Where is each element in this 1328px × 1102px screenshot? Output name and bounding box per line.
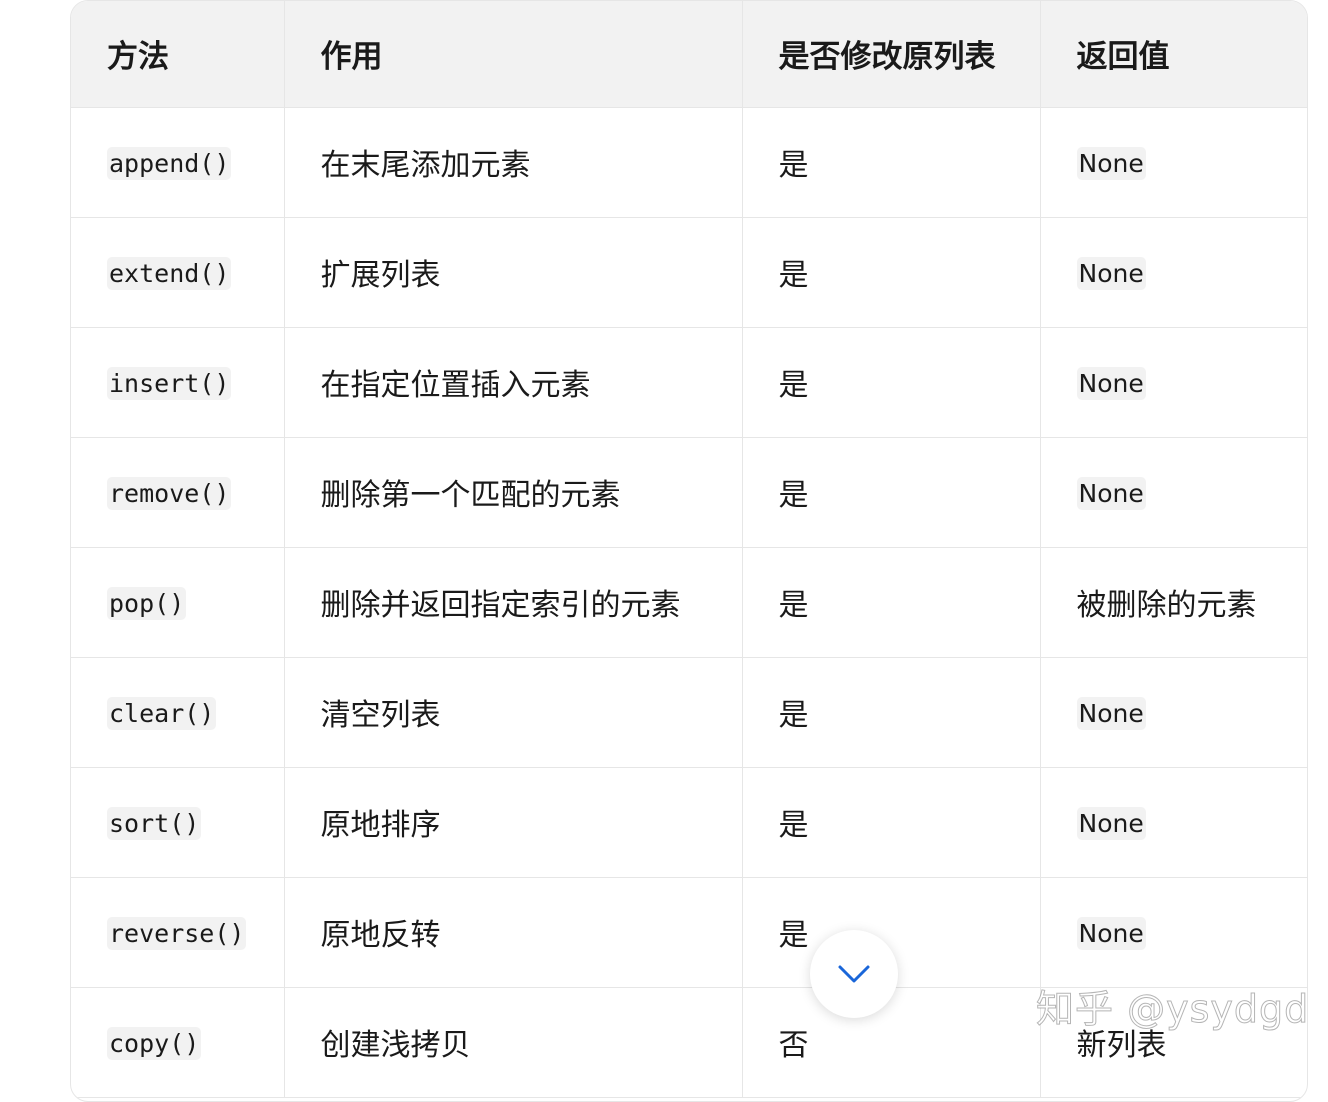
cell-returns: None — [1040, 327, 1307, 438]
cell-purpose: 在指定位置插入元素 — [284, 327, 743, 438]
cell-modifies: 是 — [742, 327, 1041, 438]
return-value-code: None — [1076, 916, 1146, 950]
cell-method: append() — [71, 107, 285, 218]
table-row: insert() 在指定位置插入元素是 None — [71, 327, 1307, 438]
method-code: sort() — [107, 806, 202, 840]
table-row: append() 在末尾添加元素是 None — [71, 107, 1307, 218]
cell-purpose: 删除第一个匹配的元素 — [284, 437, 743, 548]
return-value-code: None — [1076, 146, 1146, 180]
list-methods-table-container: 方法 作用 是否修改原列表 返回值 append() 在末尾添加元素是 None ex… — [70, 0, 1308, 1102]
cell-purpose: 创建浅拷贝 — [284, 987, 743, 1098]
header-modifies: 是否修改原列表 — [742, 1, 1041, 108]
return-value-code: None — [1076, 696, 1146, 730]
table-row: reverse() 原地反转是 None — [71, 877, 1307, 988]
cell-method: extend() — [71, 217, 285, 328]
cell-returns: 被删除的元素 — [1040, 547, 1307, 658]
return-value-code: None — [1076, 256, 1146, 290]
cell-modifies: 否 — [742, 987, 1041, 1098]
method-code: clear() — [107, 696, 217, 730]
cell-method: clear() — [71, 657, 285, 768]
method-code: insert() — [107, 366, 232, 400]
method-code: copy() — [107, 1026, 202, 1060]
list-methods-table: 方法 作用 是否修改原列表 返回值 append() 在末尾添加元素是 None ex… — [71, 1, 1307, 1098]
cell-modifies: 是 — [742, 107, 1041, 218]
cell-returns: None — [1040, 657, 1307, 768]
method-code: extend() — [107, 256, 232, 290]
cell-returns: None — [1040, 217, 1307, 328]
cell-method: remove() — [71, 437, 285, 548]
cell-method: sort() — [71, 767, 285, 878]
cell-returns: None — [1040, 767, 1307, 878]
cell-purpose: 删除并返回指定索引的元素 — [284, 547, 743, 658]
cell-modifies: 是 — [742, 547, 1041, 658]
cell-method: copy() — [71, 987, 285, 1098]
method-code: append() — [107, 146, 232, 180]
header-purpose: 作用 — [284, 1, 743, 108]
return-value-code: None — [1076, 366, 1146, 400]
return-value-code: None — [1076, 806, 1146, 840]
cell-returns: None — [1040, 877, 1307, 988]
table-row: pop() 删除并返回指定索引的元素是被删除的元素 — [71, 547, 1307, 658]
cell-method: reverse() — [71, 877, 285, 988]
cell-purpose: 清空列表 — [284, 657, 743, 768]
cell-purpose: 在末尾添加元素 — [284, 107, 743, 218]
cell-modifies: 是 — [742, 657, 1041, 768]
method-code: reverse() — [107, 916, 247, 950]
cell-purpose: 扩展列表 — [284, 217, 743, 328]
cell-modifies: 是 — [742, 217, 1041, 328]
table-row: clear() 清空列表是 None — [71, 657, 1307, 768]
header-returns: 返回值 — [1040, 1, 1307, 108]
table-row: remove() 删除第一个匹配的元素是 None — [71, 437, 1307, 548]
cell-modifies: 是 — [742, 437, 1041, 548]
cell-method: insert() — [71, 327, 285, 438]
header-method: 方法 — [71, 1, 285, 108]
cell-returns: None — [1040, 107, 1307, 218]
cell-modifies: 是 — [742, 767, 1041, 878]
cell-returns: None — [1040, 437, 1307, 548]
cell-purpose: 原地排序 — [284, 767, 743, 878]
chevron-down-icon — [838, 965, 870, 983]
table-row: sort() 原地排序是 None — [71, 767, 1307, 878]
return-value-code: None — [1076, 476, 1146, 510]
table-header-row: 方法 作用 是否修改原列表 返回值 — [71, 1, 1307, 108]
table-body: append() 在末尾添加元素是 None extend() 扩展列表是 None ins… — [71, 107, 1307, 1098]
zhihu-watermark: 知乎 @ysydgd — [1035, 987, 1310, 1032]
cell-method: pop() — [71, 547, 285, 658]
method-code: remove() — [107, 476, 232, 510]
table-row: extend() 扩展列表是 None — [71, 217, 1307, 328]
cell-purpose: 原地反转 — [284, 877, 743, 988]
scroll-down-button[interactable] — [810, 930, 898, 1018]
method-code: pop() — [107, 586, 187, 620]
